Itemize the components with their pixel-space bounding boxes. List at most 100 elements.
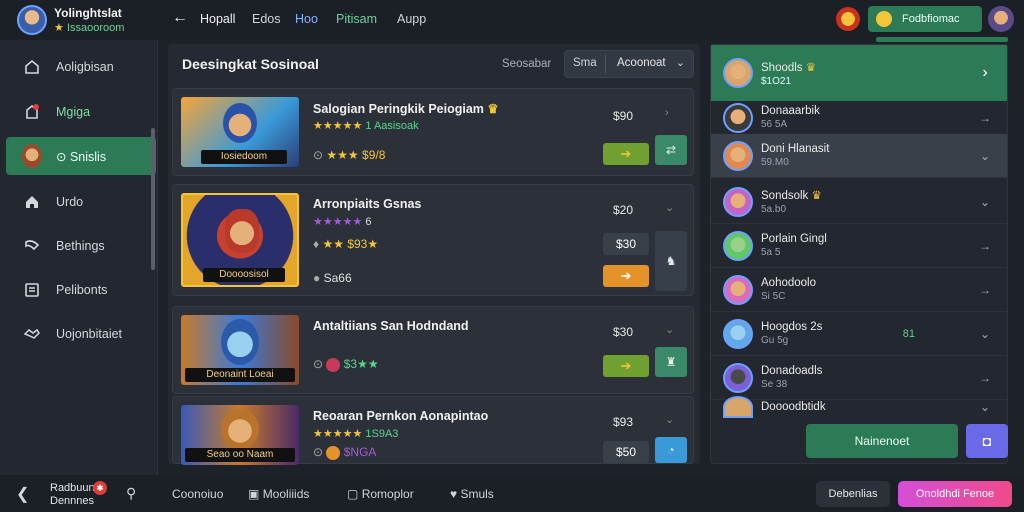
rating-suffix: 6 bbox=[365, 216, 372, 228]
game-card-4[interactable]: Seao oo Naam Reoaran Pernkon Aonapintao … bbox=[172, 396, 694, 465]
tab-3[interactable]: Hoo bbox=[295, 12, 318, 26]
list-item-featured[interactable]: Shoodls ♛ $1O21 › bbox=[711, 45, 1007, 101]
list-item[interactable]: Doooodbtidk ⌄ bbox=[711, 396, 1007, 418]
bottom-item-2[interactable]: ▣ Mooliiids bbox=[248, 487, 309, 501]
list-item-name: Doni Hlanasit bbox=[761, 143, 830, 155]
crown-icon: ♛ bbox=[805, 61, 817, 74]
chevron-down-icon[interactable]: ⌄ bbox=[975, 327, 995, 341]
rating-suffix: 1S9A3 bbox=[365, 428, 399, 440]
crown-icon: ♛ bbox=[487, 102, 499, 116]
list-item-active[interactable]: Doni Hlanasit 59.M0 ⌄ bbox=[711, 134, 1007, 178]
card-tag-text: $NGA bbox=[343, 445, 377, 459]
arrow-right-icon[interactable]: → bbox=[975, 371, 995, 385]
sidebar-item-settings[interactable]: Bethings bbox=[6, 227, 156, 265]
chevron-right-icon[interactable]: › bbox=[975, 64, 995, 82]
footer-line1: Radbuun bbox=[50, 482, 95, 494]
chevron-down-icon[interactable]: ⌄ bbox=[975, 149, 995, 163]
game-thumbnail[interactable]: Seao oo Naam bbox=[181, 405, 299, 465]
card-title: Antaltiians San Hodndand bbox=[313, 319, 469, 333]
list-item[interactable]: Sondsolk ♛ 5a.b0 ⌄ bbox=[711, 180, 1007, 224]
segmented-control[interactable]: Sma Acoonoat ⌄ bbox=[564, 50, 694, 78]
segment-a[interactable]: Sma bbox=[573, 57, 597, 69]
back-arrow-icon[interactable]: ← bbox=[172, 9, 188, 27]
side-action-button[interactable]: ◔ bbox=[655, 437, 687, 463]
sidebar-item-home[interactable]: Aoligbisan bbox=[6, 48, 156, 86]
back-icon[interactable]: ❮ bbox=[16, 484, 29, 504]
chevron-down-icon[interactable]: ⌄ bbox=[975, 400, 995, 414]
buy-button[interactable]: ➔ bbox=[603, 143, 649, 165]
sidebar-item-partners[interactable]: Uojonbitaiet bbox=[6, 315, 156, 353]
card-title: Arronpiaits Gsnas bbox=[313, 197, 422, 211]
bottom-item-1[interactable]: Coonoiuo bbox=[172, 487, 223, 501]
game-thumbnail[interactable]: Doooosisol bbox=[181, 193, 299, 287]
game-thumbnail[interactable]: Deonaint Loeai bbox=[181, 315, 299, 385]
list-item[interactable]: Porlain Gingl 5a 5 → bbox=[711, 224, 1007, 268]
primary-button[interactable]: Nainenoet bbox=[806, 424, 958, 458]
cta-button[interactable]: Onoldhdi Fenoe bbox=[898, 481, 1012, 507]
segment-b[interactable]: Acoonoat bbox=[617, 57, 666, 69]
chevron-down-icon[interactable]: ⌄ bbox=[665, 413, 674, 426]
arrow-right-icon[interactable]: → bbox=[975, 283, 995, 297]
user-avatar[interactable] bbox=[17, 5, 47, 35]
sidebar-footer-label[interactable]: Radbuun Dennnes bbox=[50, 482, 95, 508]
coin-icon bbox=[876, 11, 892, 27]
buy-button[interactable]: ➔ bbox=[603, 355, 649, 377]
list-item[interactable]: Donadoadls Se 38 → bbox=[711, 356, 1007, 400]
footer-line2: Dennnes bbox=[50, 495, 95, 507]
avatar bbox=[723, 396, 753, 418]
handshake-icon bbox=[22, 324, 42, 344]
card-tag: ⊙ $3★★ bbox=[313, 357, 379, 372]
trophy-icon[interactable] bbox=[836, 7, 860, 31]
bottom-item-3[interactable]: ▢ Romoplor bbox=[347, 487, 414, 501]
avatar bbox=[723, 230, 753, 261]
price-button[interactable]: $50 bbox=[603, 441, 649, 463]
hero-avatar-icon bbox=[221, 409, 259, 449]
game-card-3[interactable]: Deonaint Loeai Antaltiians San Hodndand … bbox=[172, 306, 694, 394]
secondary-button[interactable]: Debenlias bbox=[816, 481, 890, 507]
page-title: Deesingkat Sosinoal bbox=[182, 56, 319, 72]
arrow-icon: ➔ bbox=[620, 146, 632, 161]
card-tag-text: ★★ $93★ bbox=[322, 237, 379, 251]
side-action-button[interactable]: ♜ bbox=[655, 347, 687, 377]
sidebar-scrollbar[interactable] bbox=[151, 128, 155, 270]
sidebar-item-active[interactable]: ⊙ Snislis bbox=[6, 137, 156, 175]
list-item[interactable]: Aohodoolo Si 5C → bbox=[711, 268, 1007, 312]
sidebar-item-house[interactable]: Urdo bbox=[6, 183, 156, 221]
side-action-button[interactable]: ♞ bbox=[655, 231, 687, 291]
bottom-item-2-label: Mooliiids bbox=[262, 487, 310, 501]
list-item-name: Donadoadls bbox=[761, 365, 823, 377]
price-button[interactable]: $30 bbox=[603, 233, 649, 255]
chevron-down-icon[interactable]: ⌄ bbox=[665, 323, 674, 336]
list-item-sub: 5a 5 bbox=[761, 247, 781, 258]
chat-icon[interactable]: ◘ bbox=[966, 424, 1008, 458]
chevron-down-icon[interactable]: ⌄ bbox=[665, 201, 674, 214]
sidebar-item-label: ⊙ Snislis bbox=[56, 149, 107, 164]
arrow-right-icon[interactable]: → bbox=[975, 239, 995, 253]
tab-5[interactable]: Aupp bbox=[397, 12, 426, 26]
alert-button[interactable]: Fodbfiomac bbox=[868, 6, 982, 32]
sidebar-item-label: Bethings bbox=[56, 239, 105, 253]
chevron-down-icon[interactable]: ⌄ bbox=[975, 195, 995, 209]
game-card-2[interactable]: Doooosisol Arronpiaits Gsnas ★★★★★ 6 ♦ ★… bbox=[172, 184, 694, 296]
tab-2[interactable]: Edos bbox=[252, 12, 281, 26]
game-card-1[interactable]: Iosiedoom Salogian Peringkik Peiogiam ♛ … bbox=[172, 88, 694, 176]
arrow-icon: ➔ bbox=[620, 268, 632, 283]
sidebar-item-documents[interactable]: Pelibonts bbox=[6, 271, 156, 309]
tab-4[interactable]: Pitisam bbox=[336, 12, 377, 26]
game-thumbnail[interactable]: Iosiedoom bbox=[181, 97, 299, 167]
arrow-right-icon[interactable]: → bbox=[975, 111, 995, 125]
buy-button[interactable]: ➔ bbox=[603, 265, 649, 287]
card-tag2-text: Sa66 bbox=[323, 271, 352, 285]
user-avatar-small[interactable] bbox=[988, 6, 1014, 32]
search-icon[interactable]: ⚲ bbox=[126, 485, 136, 502]
chevron-right-icon[interactable]: › bbox=[665, 107, 669, 119]
heart-icon: ♥ bbox=[450, 487, 458, 501]
side-action-button[interactable]: ⇄ bbox=[655, 135, 687, 165]
bottom-item-4[interactable]: ♥ Smuls bbox=[450, 487, 494, 501]
avatar bbox=[723, 362, 753, 393]
sidebar-item-notifications[interactable]: Mgiga bbox=[6, 93, 156, 131]
tab-1[interactable]: Hopall bbox=[200, 12, 235, 26]
list-item-name: Aohodoolo bbox=[761, 277, 816, 289]
clock-icon: ⊙ bbox=[313, 148, 324, 162]
list-item[interactable]: Hoogdos 2s Gu 5g 81 ⌄ bbox=[711, 312, 1007, 356]
